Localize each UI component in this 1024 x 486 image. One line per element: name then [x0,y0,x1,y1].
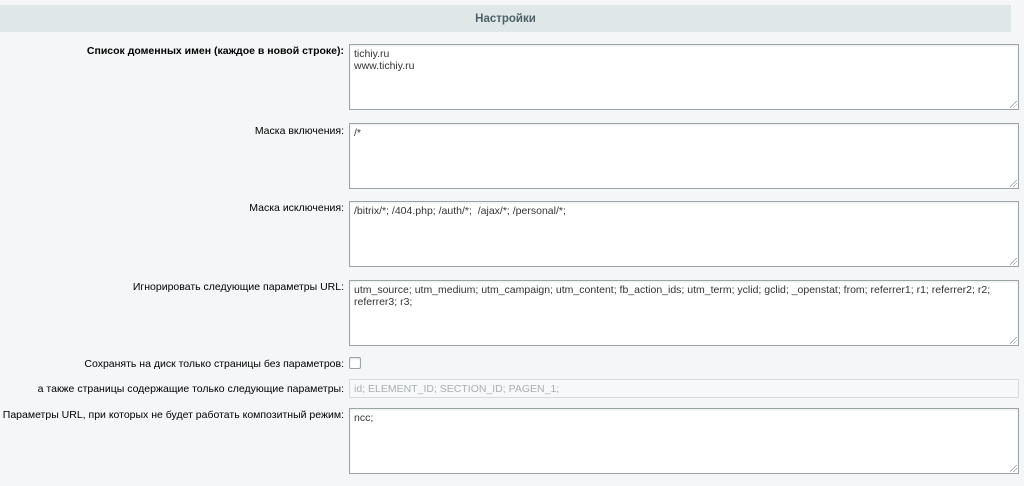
only-params-input[interactable] [349,379,1019,398]
include-mask-textarea[interactable]: /* [349,123,1019,189]
ignore-params-label: Игнорировать следующие параметры URL: [132,281,344,293]
save-no-params-label: Сохранять на диск только страницы без па… [84,358,344,370]
save-no-params-checkbox[interactable] [349,357,361,369]
section-title: Настройки [475,12,536,25]
domains-label: Список доменных имен (каждое в новой стр… [86,45,344,57]
settings-section-header: Настройки [0,5,1011,32]
exclude-mask-textarea[interactable]: /bitrix/*; /404.php; /auth/*; /ajax/*; /… [349,201,1019,267]
no-composite-params-label: Параметры URL, при которых не будет рабо… [2,409,344,421]
ignore-params-textarea[interactable]: utm_source; utm_medium; utm_campaign; ut… [349,280,1019,346]
only-params-label: а также страницы содержащие только следу… [37,383,344,395]
domains-textarea[interactable]: tichiy.ru www.tichiy.ru [349,44,1019,110]
include-mask-label: Маска включения: [254,125,344,137]
exclude-mask-label: Маска исключения: [249,202,344,214]
no-composite-params-textarea[interactable]: ncc; [349,408,1019,474]
